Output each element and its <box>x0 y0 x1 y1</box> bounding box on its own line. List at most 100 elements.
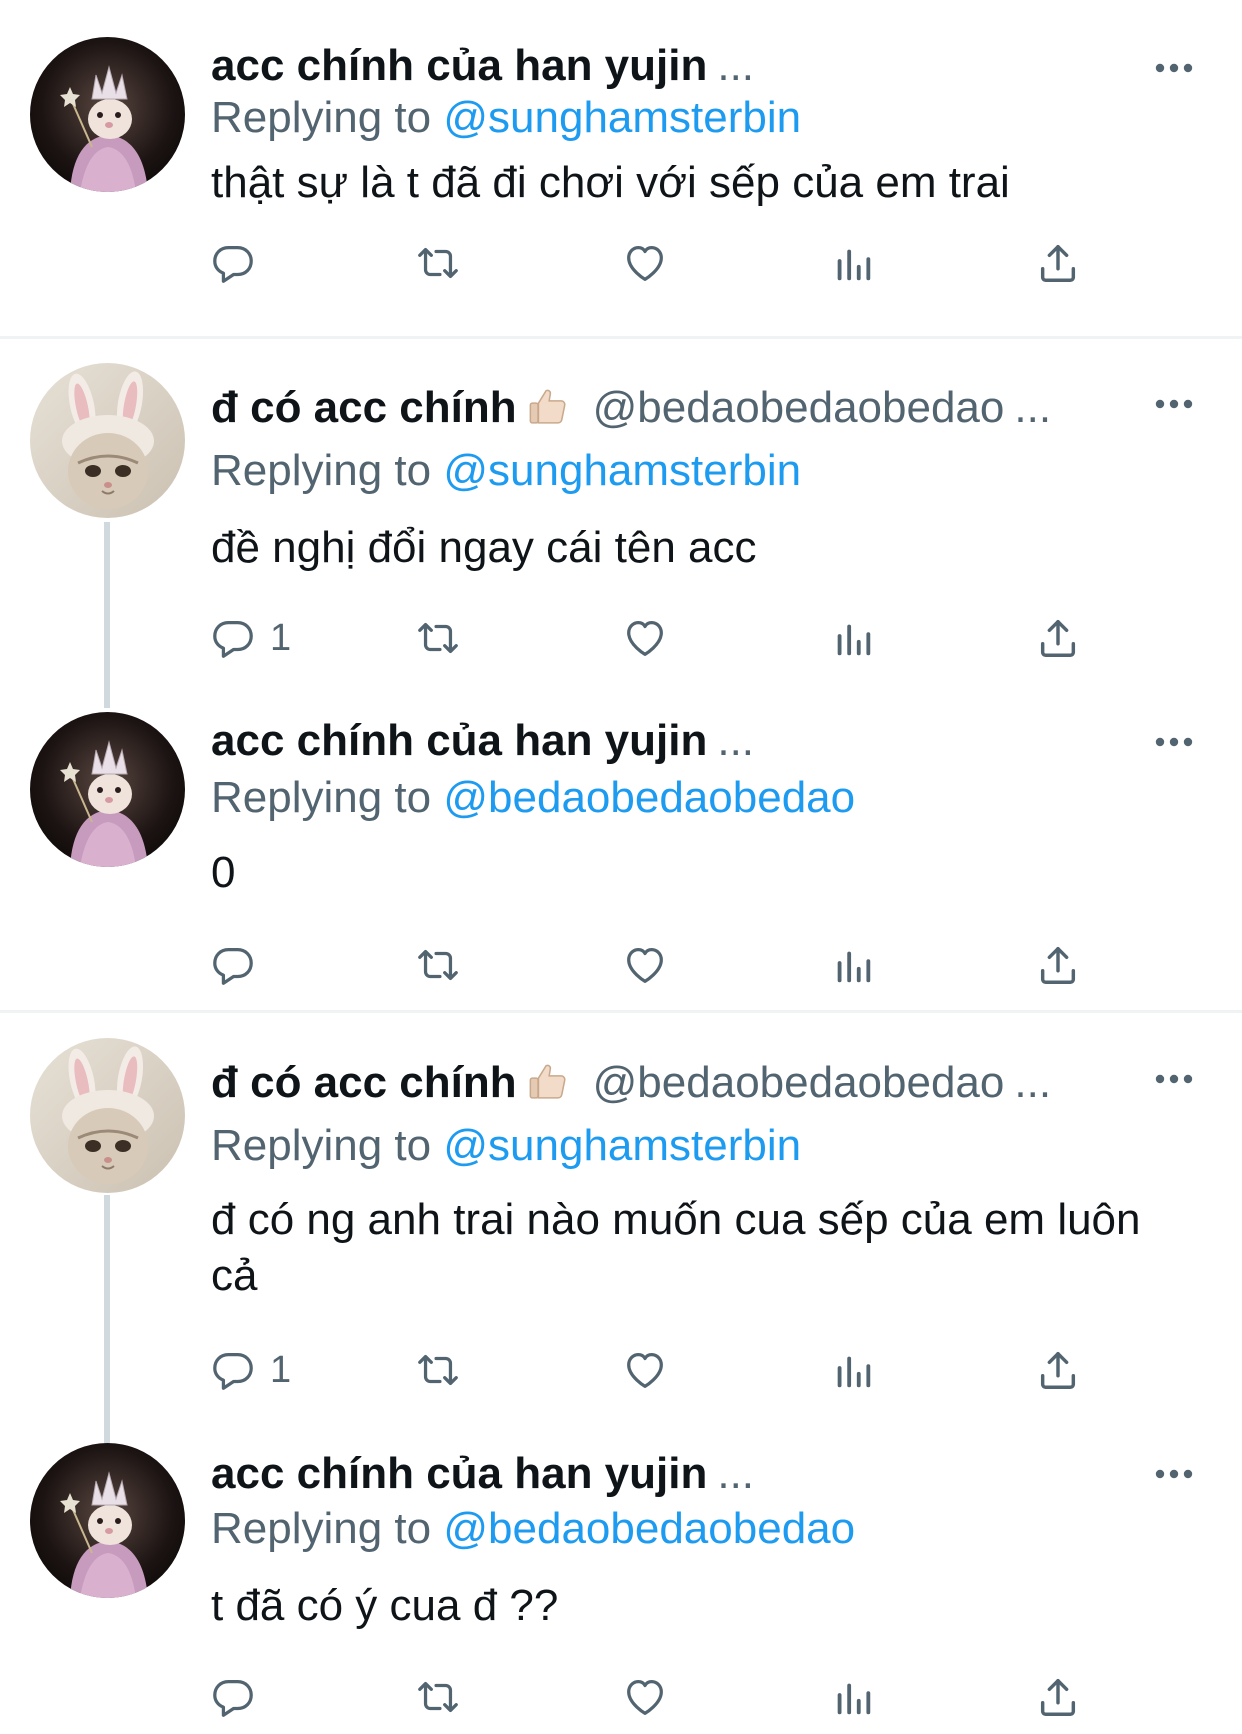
action-bar <box>210 238 1090 288</box>
share-icon <box>1035 1347 1081 1393</box>
views-button[interactable] <box>830 238 876 288</box>
retweet-button[interactable] <box>415 1345 461 1395</box>
views-icon <box>830 1674 876 1720</box>
action-bar: 1 <box>210 613 1090 663</box>
replying-to-line: Replying to @sunghamsterbin <box>211 1120 801 1172</box>
thumbs-up-emoji <box>525 384 571 430</box>
like-button[interactable] <box>622 613 668 663</box>
divider <box>0 1010 1242 1013</box>
more-icon[interactable] <box>1154 397 1194 411</box>
like-button[interactable] <box>622 1345 668 1395</box>
thread-line <box>104 522 110 708</box>
reply-icon <box>210 1674 256 1720</box>
author-name[interactable]: đ có acc chính <box>211 383 517 432</box>
replying-label: Replying to <box>211 773 432 822</box>
share-button[interactable] <box>1035 613 1081 663</box>
avatar[interactable] <box>30 1038 185 1193</box>
share-button[interactable] <box>1035 1672 1081 1722</box>
share-button[interactable] <box>1035 1345 1081 1395</box>
ellipsis: ... <box>1014 383 1052 432</box>
replying-to-line: Replying to @sunghamsterbin <box>211 445 801 497</box>
views-icon <box>830 240 876 286</box>
like-button[interactable] <box>622 1672 668 1722</box>
mention-link[interactable]: @sunghamsterbin <box>443 1121 801 1170</box>
replying-label: Replying to <box>211 446 432 495</box>
reply-count: 1 <box>270 1348 292 1391</box>
retweet-icon <box>415 240 461 286</box>
reply-button[interactable] <box>210 1672 270 1722</box>
views-icon <box>830 615 876 661</box>
like-icon <box>622 615 668 661</box>
avatar[interactable] <box>30 363 185 518</box>
retweet-button[interactable] <box>415 613 461 663</box>
views-button[interactable] <box>830 1345 876 1395</box>
tweet-text: đ có ng anh trai nào muốn cua sếp của em… <box>211 1195 1141 1300</box>
author-name[interactable]: acc chính của han yujin <box>211 41 707 90</box>
replying-label: Replying to <box>211 1121 432 1170</box>
share-icon <box>1035 615 1081 661</box>
more-icon[interactable] <box>1154 735 1194 749</box>
like-icon <box>622 240 668 286</box>
views-icon <box>830 942 876 988</box>
action-bar <box>210 940 1090 990</box>
more-icon[interactable] <box>1154 1467 1194 1481</box>
thumbs-up-emoji <box>525 1059 571 1105</box>
retweet-button[interactable] <box>415 1672 461 1722</box>
reply-icon <box>210 1347 256 1393</box>
views-button[interactable] <box>830 940 876 990</box>
tweet-text: t đã có ý cua đ ?? <box>211 1581 559 1630</box>
retweet-icon <box>415 942 461 988</box>
divider <box>0 336 1242 339</box>
reply-button[interactable]: 1 <box>210 1345 291 1395</box>
reply-button[interactable] <box>210 238 270 288</box>
like-button[interactable] <box>622 940 668 990</box>
author-name[interactable]: acc chính của han yujin <box>211 1449 707 1498</box>
action-bar <box>210 1672 1090 1722</box>
ellipsis: ... <box>717 1449 755 1498</box>
replying-to-line: Replying to @bedaobedaobedao <box>211 772 855 824</box>
retweet-icon <box>415 615 461 661</box>
ellipsis: ... <box>717 41 755 90</box>
retweet-button[interactable] <box>415 940 461 990</box>
reply-icon <box>210 615 256 661</box>
avatar[interactable] <box>30 1443 185 1598</box>
tweet-text: thật sự là t đã đi chơi với sếp của em t… <box>211 158 1010 207</box>
views-button[interactable] <box>830 613 876 663</box>
like-icon <box>622 942 668 988</box>
like-button[interactable] <box>622 238 668 288</box>
mention-link[interactable]: @sunghamsterbin <box>443 93 801 142</box>
author-name[interactable]: acc chính của han yujin <box>211 716 707 765</box>
views-button[interactable] <box>830 1672 876 1722</box>
author-handle[interactable]: @bedaobedaobedao <box>593 1058 1005 1107</box>
share-icon <box>1035 942 1081 988</box>
replying-label: Replying to <box>211 93 432 142</box>
reply-button[interactable] <box>210 940 270 990</box>
share-button[interactable] <box>1035 940 1081 990</box>
mention-link[interactable]: @bedaobedaobedao <box>443 773 855 822</box>
action-bar: 1 <box>210 1345 1090 1395</box>
replying-to-line: Replying to @sunghamsterbin <box>211 92 801 144</box>
share-icon <box>1035 1674 1081 1720</box>
reply-count: 1 <box>270 616 292 659</box>
mention-link[interactable]: @bedaobedaobedao <box>443 1504 855 1553</box>
author-name[interactable]: đ có acc chính <box>211 1058 517 1107</box>
views-icon <box>830 1347 876 1393</box>
reply-button[interactable]: 1 <box>210 613 291 663</box>
replying-label: Replying to <box>211 1504 432 1553</box>
share-button[interactable] <box>1035 238 1081 288</box>
mention-link[interactable]: @sunghamsterbin <box>443 446 801 495</box>
more-icon[interactable] <box>1154 1072 1194 1086</box>
author-handle[interactable]: @bedaobedaobedao <box>593 383 1005 432</box>
avatar[interactable] <box>30 712 185 867</box>
like-icon <box>622 1674 668 1720</box>
retweet-button[interactable] <box>415 238 461 288</box>
more-icon[interactable] <box>1154 61 1194 75</box>
share-icon <box>1035 240 1081 286</box>
tweet-text: đề nghị đổi ngay cái tên acc <box>211 523 757 572</box>
retweet-icon <box>415 1347 461 1393</box>
replying-to-line: Replying to @bedaobedaobedao <box>211 1503 855 1555</box>
reply-icon <box>210 942 256 988</box>
avatar[interactable] <box>30 37 185 192</box>
ellipsis: ... <box>717 716 755 765</box>
reply-icon <box>210 240 256 286</box>
